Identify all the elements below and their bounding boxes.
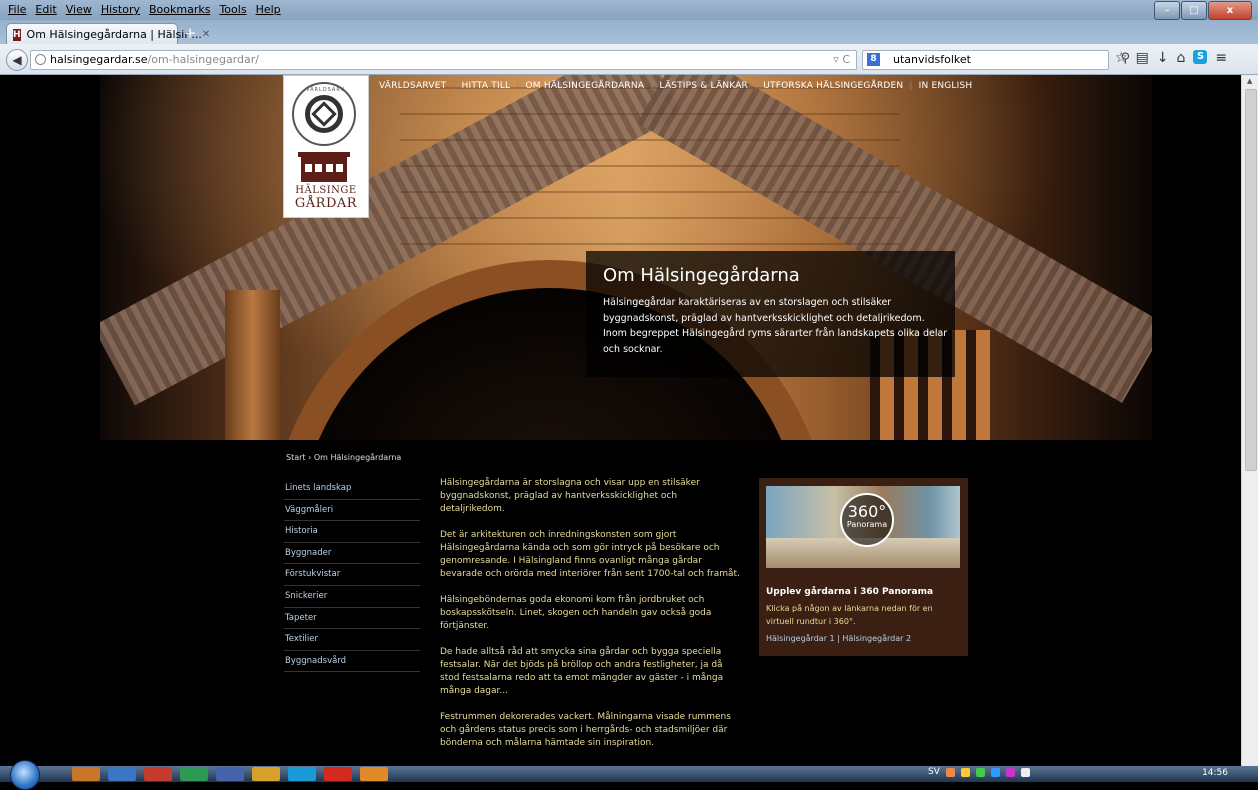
sidenav-item-tapeter[interactable]: Tapeter (284, 608, 420, 630)
taskbar-app-icon[interactable] (324, 767, 352, 781)
language-indicator[interactable]: SV (928, 767, 940, 777)
article-paragraph: Hälsingegårdarna är storslagna och visar… (440, 478, 700, 514)
world-heritage-seal-icon: VÄRLDSARV (292, 82, 356, 146)
menu-view[interactable]: View (66, 3, 92, 16)
panorama-panel: 360° Panorama Upplev gårdarna i 360 Pano… (759, 478, 968, 656)
system-tray: SV (928, 767, 1030, 777)
nav-om-halsingegardarna[interactable]: OM HÄLSINGEGÅRDARNA (520, 81, 651, 91)
maximize-button[interactable]: □ (1181, 1, 1207, 20)
nav-in-english[interactable]: IN ENGLISH (913, 81, 979, 91)
article-body: Hälsingegårdarna är storslagna och visar… (440, 477, 740, 763)
sidenav-item-byggnadsvard[interactable]: Byggnadsvård (284, 651, 420, 673)
tab-close-icon[interactable]: ✕ (202, 29, 210, 40)
taskbar-app-icon[interactable] (180, 767, 208, 781)
menu-file[interactable]: File (8, 3, 26, 16)
navigation-bar: ◀ halsingegardar.se/om-halsingegardar/ ▿… (0, 44, 1258, 75)
site-favicon-icon: H (13, 28, 21, 41)
bookmarks-menu-icon[interactable]: ▤ (1136, 50, 1149, 66)
menu-bookmarks[interactable]: Bookmarks (149, 3, 210, 16)
menu-bar: File Edit View History Bookmarks Tools H… (0, 0, 1258, 20)
sidenav-item-linets-landskap[interactable]: Linets landskap (284, 478, 420, 500)
nav-varldsarvet[interactable]: VÄRLDSARVET (373, 81, 452, 91)
taskbar-app-icon[interactable] (288, 767, 316, 781)
bookmark-star-icon[interactable]: ☆ (1115, 50, 1128, 66)
sidenav-item-vaggmaleri[interactable]: Väggmåleri (284, 500, 420, 522)
farmhouse-icon (298, 152, 350, 182)
menu-help[interactable]: Help (256, 3, 281, 16)
sidenav-item-snickerier[interactable]: Snickerier (284, 586, 420, 608)
scroll-thumb[interactable] (1245, 89, 1257, 471)
article-paragraph: Hälsingeböndernas goda ekonomi kom från … (440, 595, 712, 631)
taskbar-app-icon[interactable] (216, 767, 244, 781)
panel-text: Klicka på någon av länkarna nedan för en… (766, 604, 933, 626)
menu-history[interactable]: History (101, 3, 140, 16)
sidenav-item-historia[interactable]: Historia (284, 521, 420, 543)
close-button[interactable]: x (1208, 1, 1252, 20)
new-tab-icon[interactable]: + (182, 25, 198, 41)
article-paragraph: Festrummen dekorerades vackert. Målninga… (440, 712, 731, 748)
sidenav-item-textilier[interactable]: Textilier (284, 629, 420, 651)
tab-title: Om Hälsingegårdarna | Hälsin... (26, 28, 202, 41)
dropdown-icon[interactable]: ▿ (833, 53, 839, 66)
nav-hitta-till[interactable]: HITTA TILL (456, 81, 517, 91)
breadcrumb[interactable]: Start › Om Hälsingegårdarna (286, 453, 401, 462)
skype-icon[interactable]: S (1193, 50, 1208, 64)
sidenav-item-byggnader[interactable]: Byggnader (284, 543, 420, 565)
intro-text: Hälsingegårdar karaktäriseras av en stor… (603, 297, 948, 355)
taskbar: SV 14:56 (0, 760, 1258, 790)
nav-lastips-lankar[interactable]: LÄSTIPS & LÄNKAR (653, 81, 754, 91)
menu-edit[interactable]: Edit (35, 3, 56, 16)
search-engine-icon[interactable]: 8 (867, 53, 880, 66)
tab-bar: H Om Hälsingegårdarna | Hälsin... ✕ + (0, 20, 1258, 45)
taskbar-app-icon[interactable] (108, 767, 136, 781)
search-bar[interactable]: 8 utanvidsfolket ⚲ (862, 50, 1130, 70)
clock[interactable]: 14:56 (1202, 768, 1228, 778)
url-domain: halsingegardar.se (50, 53, 148, 66)
panorama-thumbnail[interactable]: 360° Panorama (766, 486, 960, 568)
page-title: Om Hälsingegårdarna (603, 265, 800, 286)
article-paragraph: Det är arkitekturen och inredningskonste… (440, 530, 740, 579)
reload-icon[interactable]: C (842, 53, 850, 66)
start-button[interactable] (10, 760, 40, 790)
menu-icon[interactable]: ≡ (1215, 50, 1227, 66)
taskbar-app-icon[interactable] (144, 767, 172, 781)
window-controls: – □ x (1154, 1, 1252, 20)
panel-links[interactable]: Hälsingegårdar 1 | Hälsingegårdar 2 (766, 634, 911, 643)
url-path: /om-halsingegardar/ (147, 53, 259, 66)
vertical-scrollbar[interactable]: ▲ (1241, 75, 1258, 766)
site-logo[interactable]: VÄRLDSARV HÄLSINGE GÅRDAR (283, 75, 369, 218)
search-text: utanvidsfolket (893, 53, 971, 66)
nav-utforska[interactable]: UTFORSKA HÄLSINGEGÅRDEN (757, 81, 909, 91)
globe-icon (35, 54, 46, 65)
article-paragraph: De hade alltså råd att smycka sina gårda… (440, 647, 724, 696)
taskbar-app-icon[interactable] (72, 767, 100, 781)
url-bar[interactable]: halsingegardar.se/om-halsingegardar/ ▿ C (30, 50, 857, 70)
minimize-button[interactable]: – (1154, 1, 1180, 20)
sidenav-item-forstukvistar[interactable]: Förstukvistar (284, 564, 420, 586)
intro-box: Om Hälsingegårdarna Hälsingegårdar karak… (586, 251, 955, 377)
taskbar-firefox-icon[interactable] (360, 767, 388, 781)
home-icon[interactable]: ⌂ (1177, 50, 1186, 66)
taskbar-app-icon[interactable] (252, 767, 280, 781)
tab-active[interactable]: H Om Hälsingegårdarna | Hälsin... ✕ (6, 23, 210, 45)
panel-title: Upplev gårdarna i 360 Panorama (766, 587, 934, 597)
download-icon[interactable]: ↓ (1157, 50, 1169, 66)
side-navigation: Linets landskap Väggmåleri Historia Bygg… (284, 478, 420, 673)
page-content: VÄRLDSARV HÄLSINGE GÅRDAR VÄRLDSARVET | H… (0, 75, 1241, 766)
top-navigation: VÄRLDSARVET | HITTA TILL | OM HÄLSINGEGÅRD… (373, 81, 978, 91)
logo-text-line2: GÅRDAR (294, 196, 358, 211)
scroll-up-icon[interactable]: ▲ (1247, 77, 1252, 85)
menu-tools[interactable]: Tools (219, 3, 246, 16)
panorama-360-badge: 360° Panorama (840, 493, 894, 547)
logo-text-line1: HÄLSINGE (295, 185, 357, 196)
back-button[interactable]: ◀ (6, 49, 28, 71)
